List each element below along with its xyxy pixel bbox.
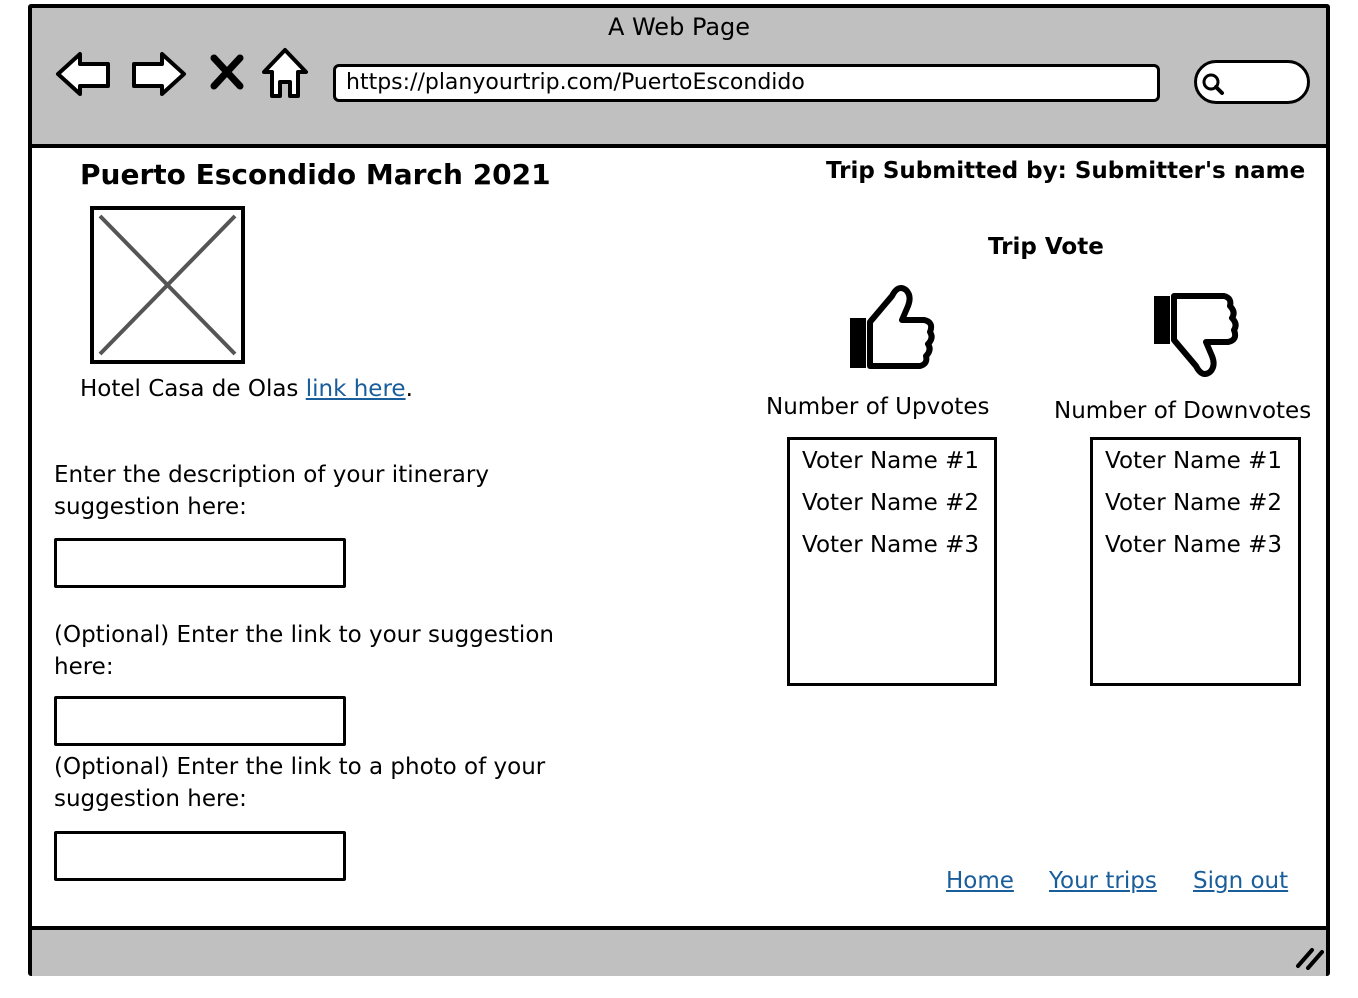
suggestion-link-label: (Optional) Enter the link to your sugges… [54, 622, 554, 680]
your-trips-link[interactable]: Your trips [1049, 865, 1157, 897]
description-label: Enter the description of your itinerary … [54, 462, 489, 520]
window-title: A Web Page [607, 13, 751, 41]
list-item: Voter Name #2 [1105, 490, 1283, 516]
list-item: Voter Name #3 [802, 532, 980, 558]
home-link[interactable]: Home [946, 865, 1014, 897]
list-item: Voter Name #3 [1105, 532, 1283, 558]
trip-submitter: Trip Submitted by: Submitter's name [826, 158, 1306, 184]
upvotes-label: Number of Upvotes [766, 394, 990, 420]
description-input[interactable] [54, 538, 346, 588]
search-icon [1202, 73, 1224, 95]
forward-arrow-icon[interactable] [128, 50, 188, 98]
image-placeholder-icon [90, 206, 245, 364]
downvotes-label: Number of Downvotes [1054, 398, 1312, 424]
page-title: Puerto Escondido March 2021 [80, 158, 551, 191]
url-bar[interactable]: https://planyourtrip.com/PuertoEscondido [333, 64, 1160, 102]
list-item: Voter Name #1 [802, 448, 980, 474]
list-item: Voter Name #1 [1105, 448, 1283, 474]
photo-link-input[interactable] [54, 831, 346, 881]
sign-out-link[interactable]: Sign out [1193, 865, 1288, 897]
suggestion-link-input[interactable] [54, 696, 346, 746]
list-item: Voter Name #2 [802, 490, 980, 516]
trip-vote-heading: Trip Vote [988, 234, 1104, 260]
upvoters-list: Voter Name #1 Voter Name #2 Voter Name #… [787, 437, 997, 686]
browser-status-bar [32, 926, 1326, 976]
thumbs-down-icon[interactable] [1150, 288, 1240, 382]
home-icon[interactable] [260, 46, 310, 100]
close-x-icon[interactable] [210, 54, 244, 90]
hotel-line: Hotel Casa de Olas link here. [80, 373, 413, 405]
hotel-period: . [405, 376, 413, 402]
browser-search-box[interactable] [1194, 60, 1310, 104]
back-arrow-icon[interactable] [54, 50, 114, 98]
thumbs-up-icon[interactable] [846, 282, 936, 374]
resize-grip-icon[interactable] [1294, 944, 1326, 970]
hotel-name: Hotel Casa de Olas [80, 376, 299, 402]
hotel-link[interactable]: link here [306, 376, 406, 402]
downvoters-list: Voter Name #1 Voter Name #2 Voter Name #… [1090, 437, 1301, 686]
photo-link-label: (Optional) Enter the link to a photo of … [54, 754, 546, 812]
